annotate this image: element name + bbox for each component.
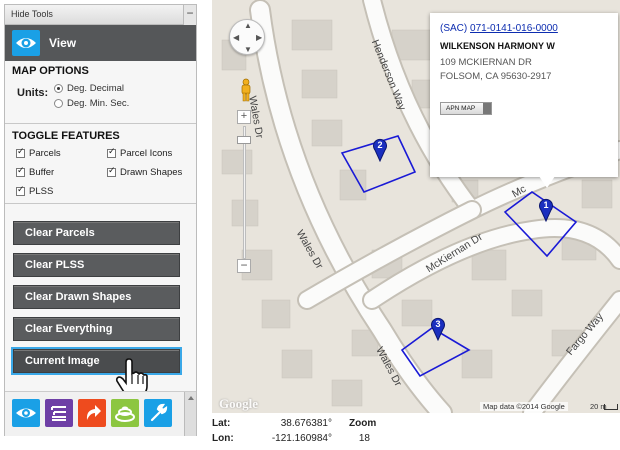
zoom-value: 18 [358, 433, 370, 444]
view-header[interactable]: View [5, 25, 196, 61]
feature-drawn-shapes[interactable]: Drawn Shapes [107, 166, 183, 178]
parcel-marker-1-label: 1 [543, 200, 549, 210]
street-view-pegman-icon[interactable] [239, 78, 253, 102]
checkbox[interactable] [16, 185, 25, 196]
unit-option-dms[interactable]: Deg. Min. Sec. [54, 98, 129, 109]
address-line-2: FOLSOM, CA 95630-2917 [440, 71, 552, 82]
zoom-out-button[interactable]: − [237, 259, 251, 273]
owner-name: WILKENSON HARMONY W [440, 41, 555, 51]
sidebar-scrollbar[interactable] [184, 392, 196, 436]
county-prefix: (SAC) [440, 23, 468, 34]
arrow-icon[interactable] [78, 399, 106, 427]
zoom-in-button[interactable]: + [237, 110, 251, 124]
apn-map-button[interactable]: APN MAP [440, 102, 492, 115]
feature-label: PLSS [29, 186, 54, 197]
zoom-slider-handle[interactable] [237, 136, 251, 144]
map-options-section: MAP OPTIONS Units: Deg. Decimal Deg. Min… [5, 61, 196, 124]
map-canvas[interactable]: Henderson Way Wales Dr Wales Dr McKierna… [212, 0, 620, 413]
eye-icon[interactable] [12, 399, 40, 427]
tools-sidebar: Hide Tools − View MAP OPTIONS Units: Deg… [4, 4, 197, 436]
clear-plss-button[interactable]: Clear PLSS [13, 253, 180, 277]
feature-label: Buffer [29, 167, 55, 178]
radio-decimal[interactable] [54, 84, 63, 93]
info-window-pointer [539, 176, 555, 188]
parcel-marker-2-label: 2 [377, 140, 383, 150]
layers-icon[interactable] [45, 399, 73, 427]
apn-line: (SAC) 071-0141-016-0000 [440, 23, 558, 34]
zoom-slider-track[interactable] [243, 126, 246, 259]
scale-bar [604, 404, 618, 410]
collapse-button[interactable]: − [183, 5, 196, 25]
google-logo: Google [219, 396, 258, 411]
feature-parcels[interactable]: Parcels [16, 147, 61, 159]
lon-label: Lon: [212, 433, 234, 444]
stack-icon[interactable] [111, 399, 139, 427]
parcel-marker-3-label: 3 [435, 319, 441, 329]
clear-parcels-button[interactable]: Clear Parcels [13, 221, 180, 245]
checkbox[interactable] [16, 147, 25, 158]
parcel-info-window: (SAC) 071-0141-016-0000 WILKENSON HARMON… [430, 13, 618, 177]
wrench-icon[interactable] [144, 399, 172, 427]
app-window: Hide Tools − View MAP OPTIONS Units: Deg… [0, 0, 620, 450]
lat-label: Lat: [212, 418, 231, 429]
map-data-credit: Map data ©2014 Google [480, 402, 568, 411]
clear-drawn-shapes-button[interactable]: Clear Drawn Shapes [13, 285, 180, 309]
apn-link[interactable]: 071-0141-016-0000 [470, 23, 558, 34]
lat-value: 38.676381° [280, 418, 332, 429]
feature-label: Drawn Shapes [120, 167, 183, 178]
checkbox[interactable] [107, 166, 116, 177]
view-title: View [49, 36, 77, 50]
eye-icon [12, 30, 40, 56]
feature-plss[interactable]: PLSS [16, 185, 54, 197]
toggle-features-title: TOGGLE FEATURES [12, 130, 120, 142]
hide-tools-bar[interactable]: Hide Tools − [5, 5, 196, 25]
radio-dms[interactable] [54, 99, 63, 108]
units-row: Units: Deg. Decimal Deg. Min. Sec. [5, 79, 196, 119]
address-line-1: 109 MCKIERNAN DR [440, 57, 532, 68]
feature-label: Parcels [29, 148, 61, 159]
map-options-title: MAP OPTIONS [12, 65, 89, 77]
pan-control[interactable]: ▲ ▼ ◀ ▶ [229, 19, 265, 55]
clear-everything-button[interactable]: Clear Everything [13, 317, 180, 341]
zoom-label: Zoom [349, 418, 377, 429]
tool-icon-bar [5, 391, 196, 436]
unit-option-label: Deg. Min. Sec. [67, 98, 130, 109]
unit-option-decimal[interactable]: Deg. Decimal [54, 83, 124, 94]
hide-tools-label[interactable]: Hide Tools [11, 9, 53, 19]
coordinates-readout: Lat: 38.676381° Lon: -121.160984° Zoom 1… [212, 418, 412, 448]
checkbox[interactable] [107, 147, 116, 158]
feature-buffer[interactable]: Buffer [16, 166, 55, 178]
feature-parcel-icons[interactable]: Parcel Icons [107, 147, 173, 159]
toggle-features-section: TOGGLE FEATURES Parcels Parcel Icons Buf… [5, 124, 196, 204]
feature-label: Parcel Icons [120, 148, 173, 159]
units-label: Units: [17, 87, 49, 99]
current-image-button[interactable]: Current Image [11, 347, 182, 375]
checkbox[interactable] [16, 166, 25, 177]
unit-option-label: Deg. Decimal [67, 83, 125, 94]
